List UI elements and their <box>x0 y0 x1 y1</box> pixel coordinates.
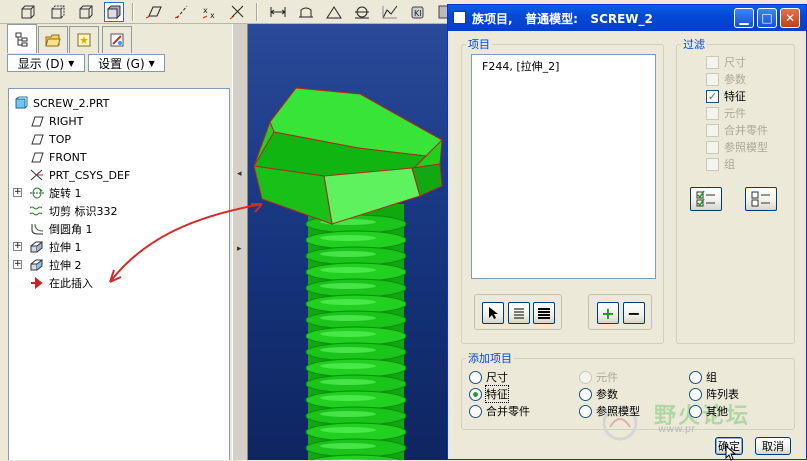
add-item-button[interactable]: + <box>597 302 619 324</box>
dialog-title: 族项目, 普通模型: SCREW_2 <box>472 12 653 26</box>
filter-checkbox[interactable]: 元件 <box>706 105 746 121</box>
checkbox-icon <box>706 157 719 171</box>
radio-icon <box>689 387 702 401</box>
check-all-button[interactable] <box>690 187 722 211</box>
filter-checkbox[interactable]: 合并零件 <box>706 122 768 138</box>
pointer-icon <box>489 307 498 319</box>
family-items-dialog: 族项目, 普通模型: SCREW_2 ▁ □ ✕ 项目 F244, [拉伸_2]… <box>447 4 807 461</box>
filter-checkbox[interactable]: 组 <box>706 156 735 172</box>
checkbox-icon <box>706 55 719 69</box>
detail-view-button[interactable] <box>533 302 555 324</box>
dialog-app-icon <box>453 11 466 24</box>
checkbox-checked-icon: ✓ <box>706 89 719 103</box>
add-item-radio[interactable]: 尺寸 <box>469 369 508 385</box>
filter-checkbox-label: 合并零件 <box>724 124 768 137</box>
radio-icon <box>579 387 592 401</box>
list-item[interactable]: F244, [拉伸_2] <box>482 58 559 74</box>
filter-checkbox[interactable]: 尺寸 <box>706 54 746 70</box>
filter-checkbox[interactable]: 参照模型 <box>706 139 768 155</box>
add-items-group-legend: 添加项目 <box>468 352 512 365</box>
filter-checkbox-label: 参数 <box>724 73 746 86</box>
filter-group-legend: 过滤 <box>683 38 705 51</box>
close-button[interactable]: ✕ <box>780 8 800 28</box>
items-group-legend: 项目 <box>468 38 490 51</box>
minimize-button[interactable]: ▁ <box>734 8 754 28</box>
radio-icon <box>579 404 592 418</box>
checkbox-icon <box>706 72 719 86</box>
add-item-radio-label: 组 <box>706 371 717 384</box>
remove-item-button[interactable]: − <box>623 302 645 324</box>
add-item-radio[interactable]: 参照模型 <box>579 403 640 419</box>
radio-icon <box>469 370 482 384</box>
add-item-radio[interactable]: 参数 <box>579 386 618 402</box>
radio-icon <box>579 370 592 384</box>
plus-icon: + <box>601 303 615 323</box>
add-item-radio-label: 其他 <box>706 405 728 418</box>
dialog-titlebar[interactable]: 族项目, 普通模型: SCREW_2 ▁ □ ✕ <box>448 5 806 31</box>
items-listbox[interactable]: F244, [拉伸_2] <box>471 54 656 279</box>
add-item-radio-label: 元件 <box>596 371 618 384</box>
mouse-cursor-icon <box>725 445 737 461</box>
detail-list-icon <box>538 308 550 319</box>
maximize-icon: □ <box>761 11 773 25</box>
add-item-radio[interactable]: 组 <box>689 369 717 385</box>
minimize-icon: ▁ <box>739 11 749 25</box>
watermark-url: www.pr <box>658 424 696 435</box>
filter-checkbox-label: 尺寸 <box>724 56 746 69</box>
check-all-icon <box>696 190 715 207</box>
checkbox-icon <box>706 123 719 137</box>
select-button[interactable] <box>482 302 504 324</box>
filter-checkbox[interactable]: ✓ 特征 <box>706 88 746 104</box>
radio-selected-icon <box>469 387 482 401</box>
filter-checkbox-label: 组 <box>724 158 735 171</box>
add-item-radio-label: 参照模型 <box>596 405 640 418</box>
uncheck-all-button[interactable] <box>745 187 777 211</box>
add-item-radio[interactable]: 元件 <box>579 369 618 385</box>
filter-checkbox[interactable]: 参数 <box>706 71 746 87</box>
filter-checkbox-label: 特征 <box>724 90 746 103</box>
filter-checkbox-label: 参照模型 <box>724 141 768 154</box>
radio-icon <box>469 404 482 418</box>
add-item-radio-label: 尺寸 <box>486 371 508 384</box>
add-item-radio-label: 合并零件 <box>486 405 530 418</box>
add-item-radio[interactable]: 特征 <box>469 385 509 403</box>
add-item-radio[interactable]: 其他 <box>689 403 728 419</box>
add-item-radio-label: 参数 <box>596 388 618 401</box>
list-view-button[interactable] <box>508 302 530 324</box>
add-item-radio-label: 阵列表 <box>706 388 739 401</box>
cancel-button[interactable]: 取消 <box>755 437 791 455</box>
radio-icon <box>689 370 702 384</box>
add-item-radio[interactable]: 阵列表 <box>689 386 739 402</box>
add-item-radio[interactable]: 合并零件 <box>469 403 530 419</box>
radio-icon <box>689 404 702 418</box>
cancel-button-label: 取消 <box>762 440 784 453</box>
annotation-arrow <box>109 203 263 283</box>
close-icon: ✕ <box>784 11 796 25</box>
filter-checkbox-label: 元件 <box>724 107 746 120</box>
checkbox-icon <box>706 106 719 120</box>
minus-icon: − <box>627 303 641 323</box>
add-item-radio-label: 特征 <box>485 385 509 403</box>
maximize-button[interactable]: □ <box>757 8 777 28</box>
uncheck-all-icon <box>751 191 770 207</box>
list-icon <box>514 308 524 319</box>
checkbox-icon <box>706 140 719 154</box>
